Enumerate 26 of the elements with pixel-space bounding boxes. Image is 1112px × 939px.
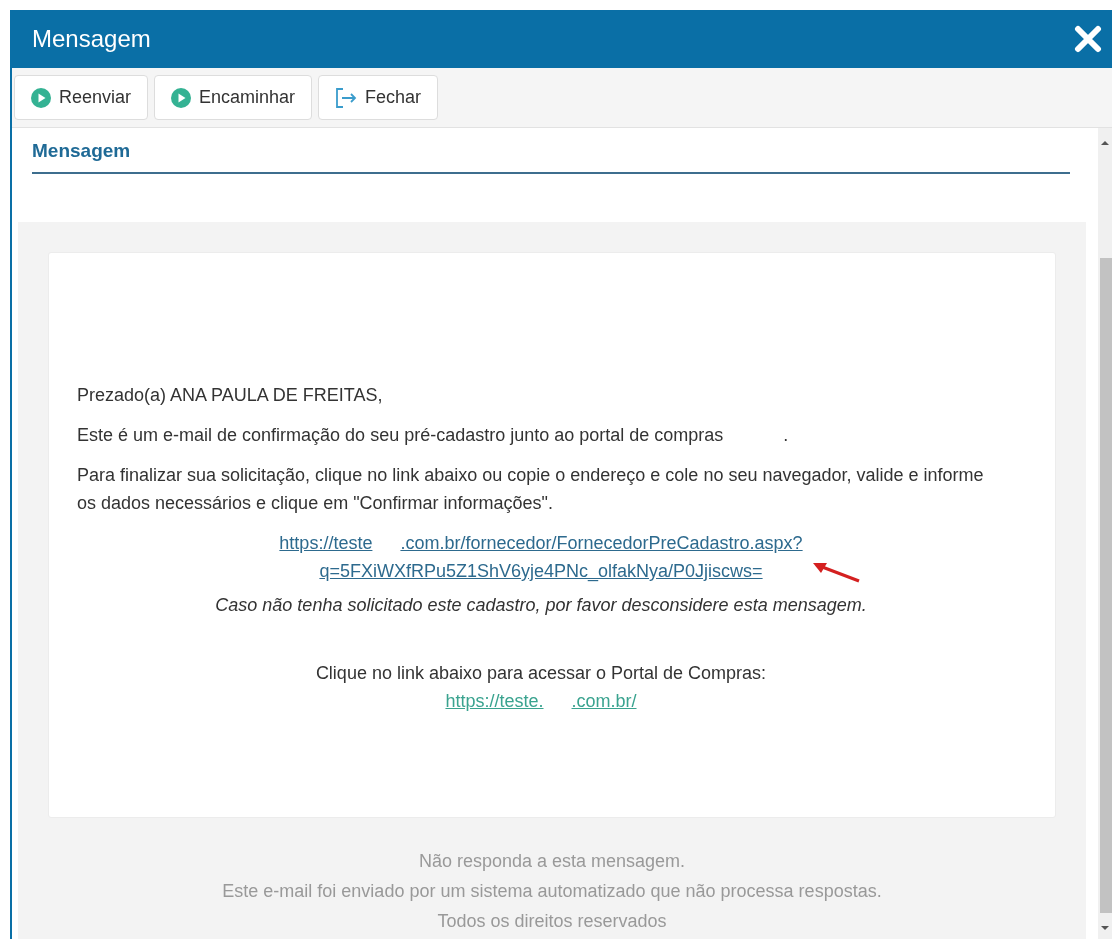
annotation-arrow [811, 561, 861, 583]
intro-period: . [783, 424, 789, 447]
scrollbar[interactable] [1098, 128, 1112, 939]
footer-text: Este e-mail foi enviado por um sistema automatizado que não processa respostas. [221, 880, 883, 903]
toolbar-button[interactable]: Reenviar [14, 75, 149, 120]
close-icon [1074, 25, 1102, 53]
exit-icon [335, 86, 358, 109]
window-title: Mensagem [32, 25, 151, 53]
play-icon [31, 87, 51, 108]
close-button[interactable] [1074, 25, 1102, 53]
instructions-text: Para finalizar sua solicitação, clique no link abaixo ou copie o endereço e cole no seu navegador, valide e informe os dados necessários e clique em "Confirmar informações". [77, 464, 985, 515]
confirmation-link[interactable]: q=5FXiWXfRPu5Z1ShV6yje4PNc_olfakNya/P0Jjiscws= [319, 557, 763, 585]
toolbar-button[interactable]: Fechar [318, 75, 439, 120]
toolbar-button[interactable]: Encaminhar [154, 75, 313, 120]
play-icon [171, 87, 192, 108]
footer-text: Não responda a esta mensagem. [417, 850, 687, 873]
portal-link[interactable]: .com.br/ [571, 687, 637, 715]
confirmation-link[interactable]: https://teste [279, 529, 373, 557]
section-title: Mensagem [32, 140, 1070, 174]
greeting-text: Prezado(a) ANA PAULA DE FREITAS, [77, 384, 384, 407]
confirmation-link[interactable]: .com.br/fornecedor/FornecedorPreCadastro.aspx? [400, 529, 803, 557]
intro-text: Este é um e-mail de confirmação do seu pré-cadastro junto ao portal de compras [77, 424, 724, 447]
portal-link[interactable]: https://teste. [445, 687, 544, 715]
portal-prompt: Clique no link abaixo para acessar o Portal de Compras: [315, 663, 767, 683]
disclaimer-text: Caso não tenha solicitado este cadastro, por favor desconsidere esta mensagem. [214, 594, 868, 617]
footer-text: Todos os direitos reservados [436, 910, 668, 933]
